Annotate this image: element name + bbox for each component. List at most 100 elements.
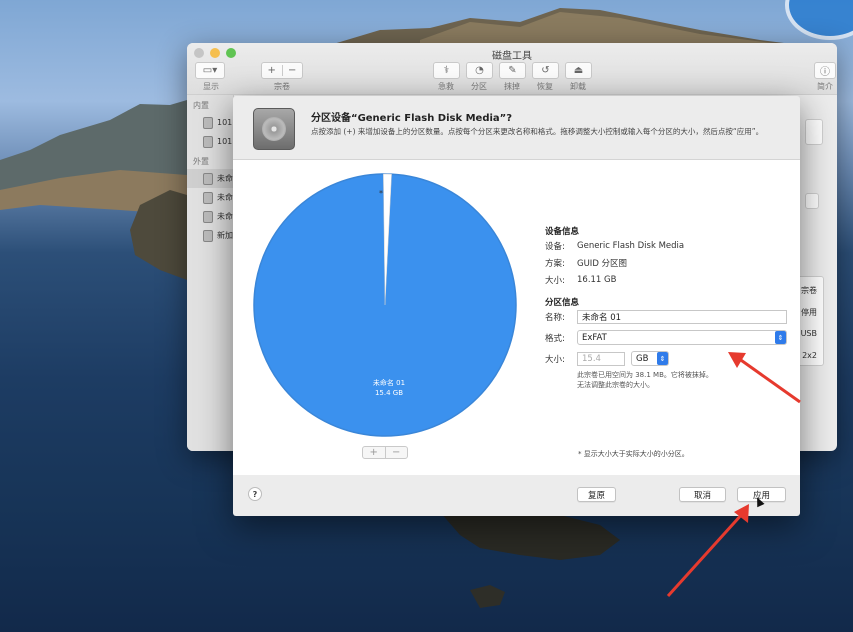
- info-panel: 设备信息 设备: Generic Flash Disk Media 方案: GUID…: [545, 225, 790, 390]
- sheet-description: 点按添加 (+) 来增加设备上的分区数量。点按每个分区来更改名称和格式。拖移调整…: [311, 127, 764, 136]
- unit-value: GB: [636, 353, 649, 364]
- format-row: 格式: ExFAT ⇕: [545, 329, 790, 346]
- sidebar-icon: ▭▾: [202, 65, 218, 76]
- partition-icon: ◔: [475, 65, 484, 76]
- partition-name-label: 未命名 01: [372, 379, 406, 387]
- unmount-icon: ⏏: [573, 65, 584, 76]
- detail-text: 停用: [801, 308, 817, 317]
- disk-icon: [203, 116, 213, 129]
- scheme-value: GUID 分区图: [577, 258, 628, 269]
- sidebar-view-button[interactable]: ▭▾: [195, 62, 225, 79]
- view-label: 显示: [203, 82, 219, 91]
- partition-note-1: 此宗卷已用空间为 38.1 MB。它将被抹掉。: [577, 371, 713, 379]
- add-partition-button[interactable]: +: [363, 447, 385, 458]
- sidebar-item-label: 未命: [217, 174, 233, 183]
- sheet-body: * 未命名 01 15.4 GB + − 设备信息 设备: Generic Fla…: [233, 160, 800, 475]
- restore-label: 恢复: [537, 82, 553, 91]
- sidebar-header-external: 外置: [193, 157, 209, 166]
- annotation-arrow-apply: [666, 511, 745, 598]
- sidebar-header-internal: 内置: [193, 101, 209, 110]
- partition-label: 分区: [471, 82, 487, 91]
- name-key: 名称:: [545, 312, 565, 323]
- sidebar-item-external-2[interactable]: 未命: [187, 188, 233, 207]
- scheme-row: 方案: GUID 分区图: [545, 254, 790, 271]
- partition-sheet: 分区设备“Generic Flash Disk Media”? 点按添加 (+)…: [233, 96, 800, 516]
- pie-label: 未命名 01 15.4 GB: [359, 378, 419, 398]
- size-input[interactable]: 15.4: [577, 351, 625, 366]
- sidebar-item-label: 新加: [217, 231, 233, 240]
- partition-pie-chart[interactable]: *: [252, 172, 518, 438]
- sidebar-item-external-1[interactable]: 未命: [187, 169, 233, 188]
- info-button[interactable]: ⓘ: [814, 62, 836, 79]
- name-row: 名称: 未命名 01: [545, 308, 790, 325]
- updown-arrows-icon: ⇕: [657, 352, 668, 365]
- erase-label: 抹掉: [504, 82, 520, 91]
- minus-icon[interactable]: −: [281, 65, 303, 76]
- sidebar-item-external-4[interactable]: 新加: [187, 226, 233, 245]
- partition-size-key: 大小:: [545, 354, 565, 365]
- size-row: 大小: 16.11 GB: [545, 271, 790, 288]
- disk-icon: [203, 229, 213, 242]
- format-value: ExFAT: [582, 332, 607, 343]
- disk-icon: [203, 191, 213, 204]
- unit-select[interactable]: GB ⇕: [631, 351, 669, 366]
- volume-summary-box: [805, 119, 823, 145]
- detail-text: 宗卷: [801, 286, 817, 295]
- help-button[interactable]: ?: [248, 487, 262, 501]
- detail-text: 2x2: [802, 351, 817, 360]
- detail-text: USB: [800, 329, 817, 338]
- device-key: 设备:: [545, 241, 565, 252]
- name-input[interactable]: 未命名 01: [577, 309, 787, 324]
- partition-add-remove: + −: [362, 446, 408, 459]
- first-aid-button[interactable]: ⚕: [433, 62, 460, 79]
- small-partition-footnote: * 显示大小大于实际大小的小分区。: [578, 450, 689, 458]
- sidebar: 内置 101 101 外置 未命 未命 未命 新加: [187, 95, 234, 451]
- remove-partition-button[interactable]: −: [384, 447, 408, 458]
- sidebar-item-internal-2[interactable]: 101: [187, 132, 233, 151]
- disk-icon: [203, 172, 213, 185]
- sheet-title: 分区设备“Generic Flash Disk Media”?: [311, 113, 513, 124]
- partition-note-2: 无法调整此宗卷的大小。: [577, 381, 654, 389]
- first-aid-icon: ⚕: [443, 65, 450, 76]
- sidebar-item-label: 未命: [217, 212, 233, 221]
- window-toolbar: 磁盘工具 ▭▾ 显示 + − 宗卷 ⚕ 急救 ◔ 分区 ✎ 抹掉 ↺ 恢复 ⏏ …: [187, 43, 837, 95]
- format-select[interactable]: ExFAT ⇕: [577, 330, 787, 345]
- sidebar-item-label: 101: [217, 137, 233, 146]
- format-key: 格式:: [545, 333, 565, 344]
- sidebar-item-label: 101: [217, 118, 233, 127]
- sidebar-item-internal-1[interactable]: 101: [187, 113, 233, 132]
- partition-size-label: 15.4 GB: [374, 389, 404, 397]
- sidebar-item-label: 未命: [217, 193, 233, 202]
- info-label: 简介: [817, 82, 833, 91]
- device-value: Generic Flash Disk Media: [577, 240, 685, 251]
- scheme-key: 方案:: [545, 258, 565, 269]
- unmount-label: 卸载: [570, 82, 586, 91]
- erase-icon: ✎: [508, 65, 517, 76]
- size-key: 大小:: [545, 275, 565, 286]
- info-icon: ⓘ: [820, 67, 830, 78]
- device-info-title: 设备信息: [545, 227, 580, 237]
- partition-button[interactable]: ◔: [466, 62, 493, 79]
- plus-icon[interactable]: +: [262, 65, 282, 76]
- free-space-marker: *: [379, 189, 383, 198]
- revert-button[interactable]: 复原: [577, 487, 616, 502]
- updown-arrows-icon: ⇕: [775, 331, 786, 344]
- volume-add-remove[interactable]: + −: [261, 62, 303, 79]
- disk-icon: [203, 135, 213, 148]
- app-logo-icon: [785, 0, 853, 40]
- partition-info-title: 分区信息: [545, 298, 580, 308]
- first-aid-label: 急救: [438, 82, 454, 91]
- capacity-box: [805, 193, 819, 209]
- size-value: 16.11 GB: [577, 274, 617, 285]
- device-row: 设备: Generic Flash Disk Media: [545, 237, 790, 254]
- restore-button[interactable]: ↺: [532, 62, 559, 79]
- restore-icon: ↺: [541, 65, 550, 76]
- cancel-button[interactable]: 取消: [679, 487, 726, 502]
- erase-button[interactable]: ✎: [499, 62, 526, 79]
- unmount-button[interactable]: ⏏: [565, 62, 592, 79]
- drive-icon: [253, 108, 295, 150]
- window-title: 磁盘工具: [492, 51, 532, 62]
- sidebar-item-external-3[interactable]: 未命: [187, 207, 233, 226]
- volume-label: 宗卷: [274, 82, 290, 91]
- disk-icon: [203, 210, 213, 223]
